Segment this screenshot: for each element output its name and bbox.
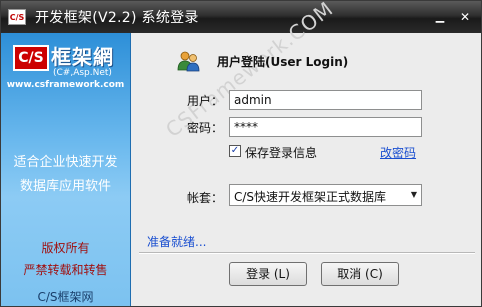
brand-panel: C/S 框架網 (C#,Asp.Net) www.csframework.com… xyxy=(1,33,131,306)
login-button[interactable]: 登录 (L) xyxy=(229,262,307,286)
password-input[interactable]: **** xyxy=(229,117,422,137)
app-icon: C/S xyxy=(8,9,26,25)
checkmark-icon: ✓ xyxy=(230,145,240,156)
copyright-line-1: 版权所有 xyxy=(41,241,90,255)
account-label: 帐套： xyxy=(187,191,224,205)
login-form: CSFramework.COM 用户登陆(User Login) 用户： adm… xyxy=(131,1,481,306)
login-window: C/S 开发框架(V2.2) 系统登录 ▁ ✕ C/S 框架網 (C#,Asp.… xyxy=(0,0,482,307)
slogan-line-1: 适合企业快速开发 xyxy=(13,155,118,170)
cancel-button[interactable]: 取消 (C) xyxy=(321,262,399,286)
account-select[interactable]: C/S快速开发框架正式数据库 ▼ xyxy=(229,184,422,206)
users-icon xyxy=(177,51,200,72)
window-title: 开发框架(V2.2) 系统登录 xyxy=(35,10,199,26)
chevron-down-icon[interactable]: ▼ xyxy=(411,190,417,199)
minimize-button[interactable]: ▁ xyxy=(431,10,449,24)
status-text: 准备就绪... xyxy=(147,235,207,249)
username-input[interactable]: admin xyxy=(229,90,422,110)
remember-checkbox[interactable]: ✓ xyxy=(229,145,241,157)
brand-name: C/S框架网 xyxy=(37,290,94,304)
slogan-line-2: 数据库应用软件 xyxy=(19,179,111,194)
divider xyxy=(139,252,475,254)
login-title: 用户登陆(User Login) xyxy=(217,55,349,69)
logo: C/S 框架網 (C#,Asp.Net) xyxy=(13,41,117,81)
logo-cs-badge: C/S xyxy=(13,45,49,71)
username-label: 用户： xyxy=(187,94,224,108)
logo-subtitle: (C#,Asp.Net) xyxy=(53,68,112,78)
account-select-value: C/S快速开发框架正式数据库 xyxy=(234,190,387,204)
site-url: www.csframework.com xyxy=(6,80,125,90)
title-bar[interactable]: C/S 开发框架(V2.2) 系统登录 ▁ ✕ xyxy=(1,1,481,33)
copyright-line-2: 严禁转载和转售 xyxy=(23,263,108,277)
change-password-link[interactable]: 改密码 xyxy=(380,144,416,161)
remember-label[interactable]: 保存登录信息 xyxy=(245,144,317,161)
password-label: 密码： xyxy=(187,121,224,135)
logo-text: 框架網 xyxy=(51,45,114,69)
close-button[interactable]: ✕ xyxy=(456,10,474,24)
